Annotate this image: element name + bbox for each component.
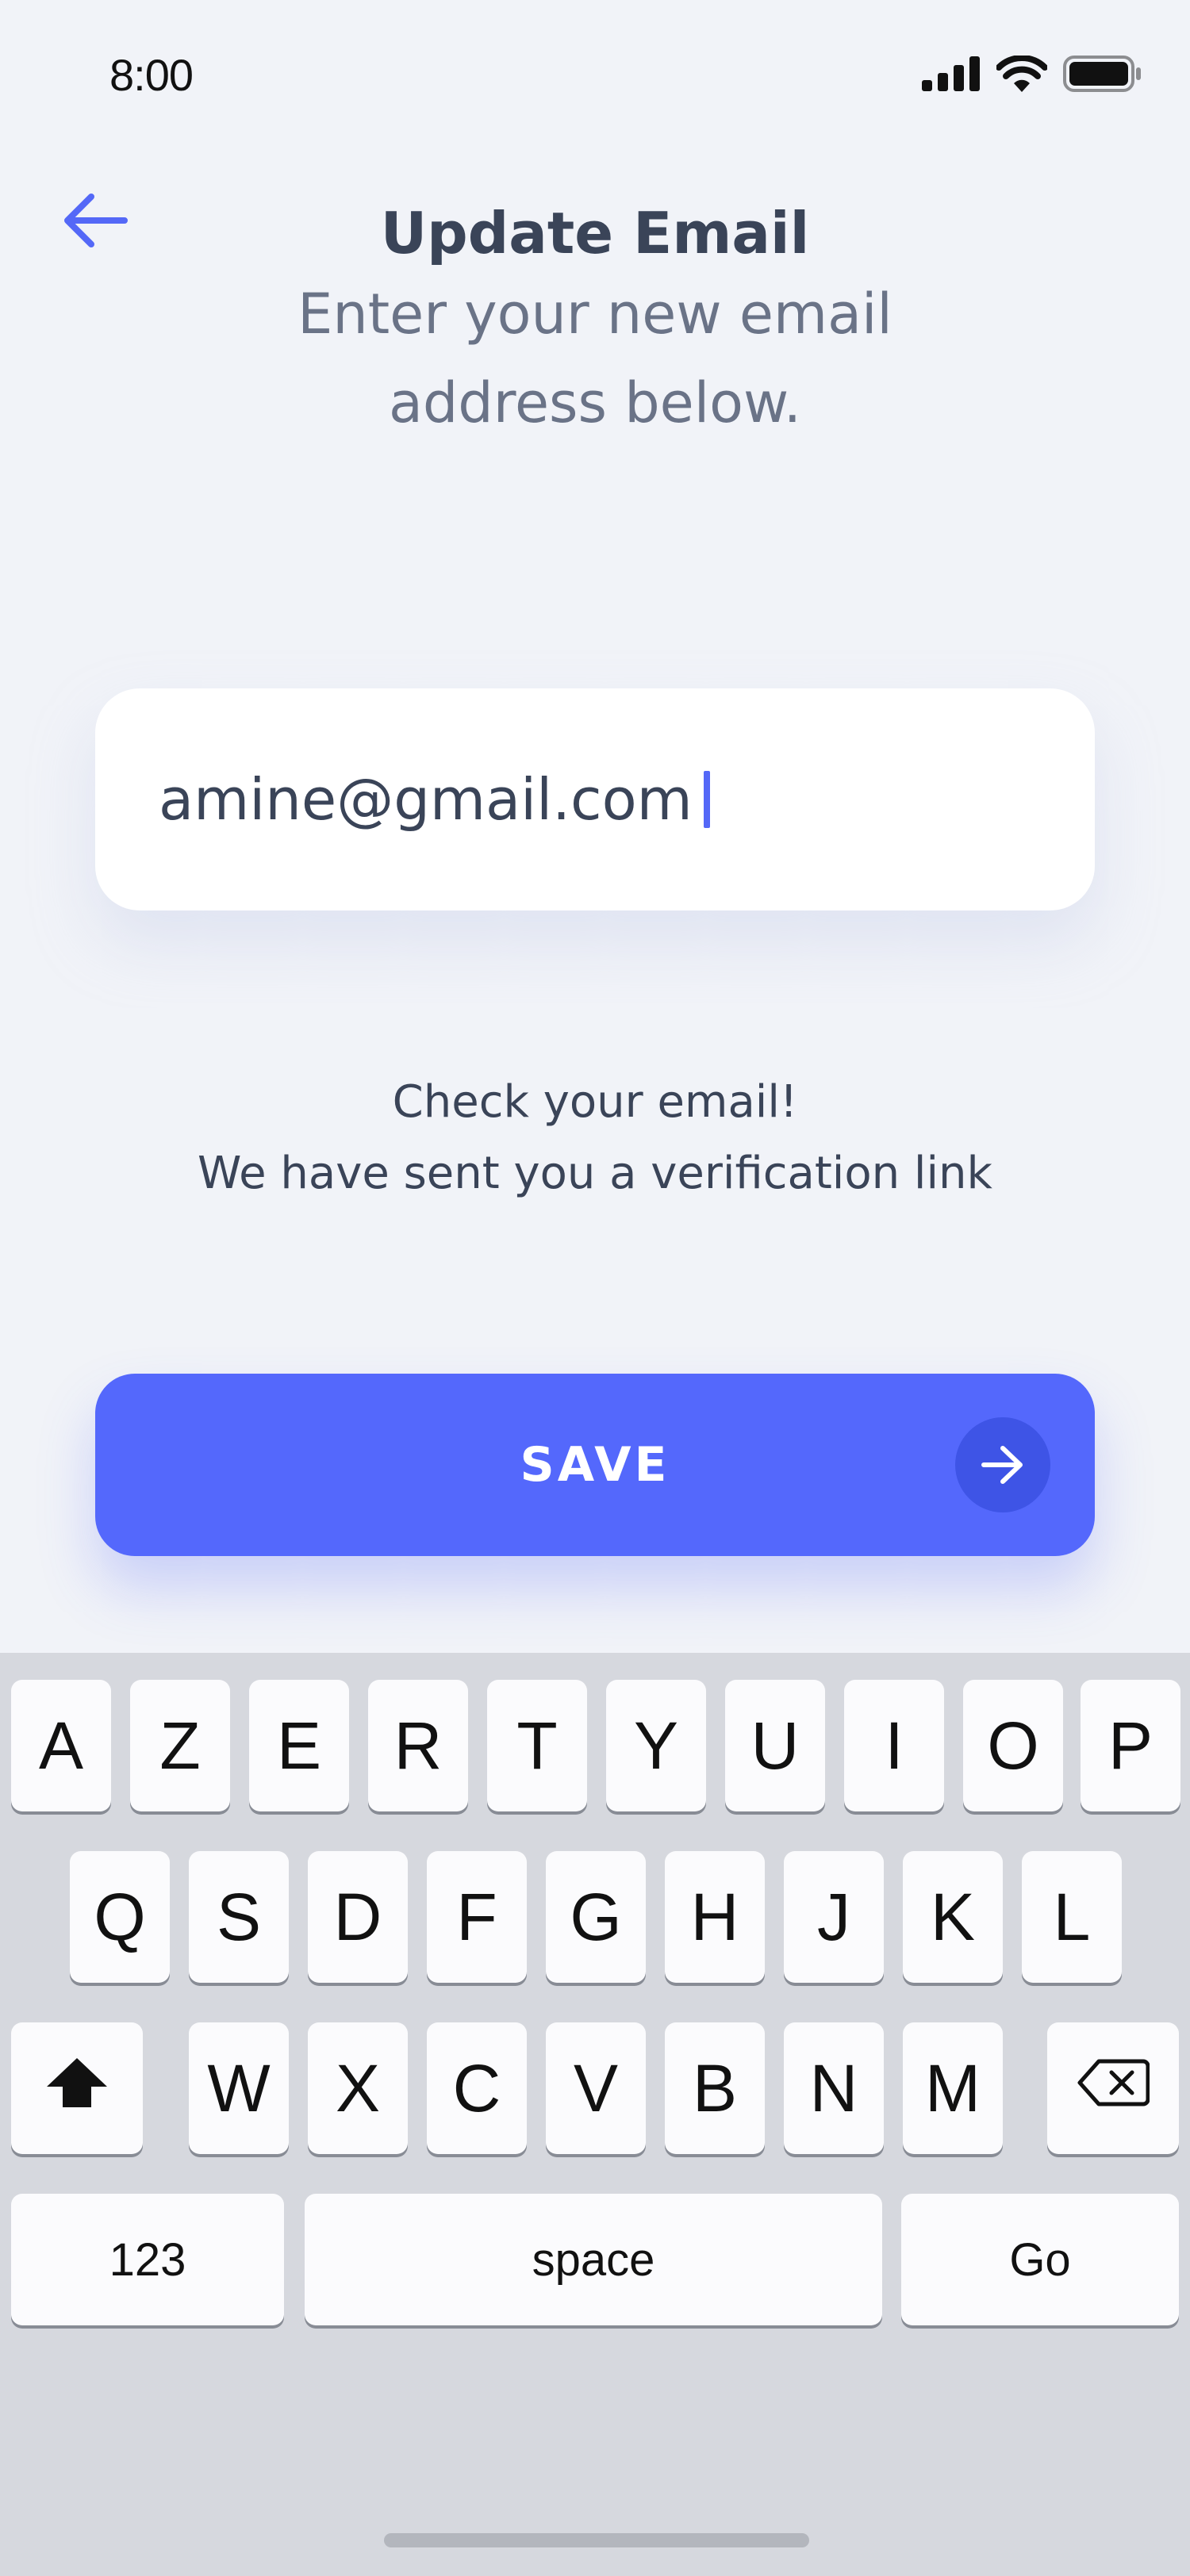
notice-line-2: We have sent you a verification link	[198, 1148, 992, 1199]
email-value: amine@gmail.com	[159, 766, 693, 833]
key-t[interactable]: T	[487, 1680, 587, 1811]
key-y[interactable]: Y	[606, 1680, 706, 1811]
key-x[interactable]: X	[308, 2022, 408, 2154]
verification-notice: Check your email! We have sent you a ver…	[0, 1067, 1190, 1209]
key-c[interactable]: C	[427, 2022, 527, 2154]
key-k[interactable]: K	[903, 1851, 1003, 1983]
shift-icon	[45, 2057, 109, 2120]
home-indicator	[384, 2533, 809, 2547]
key-s[interactable]: S	[189, 1851, 289, 1983]
key-i[interactable]: I	[844, 1680, 944, 1811]
key-o[interactable]: O	[963, 1680, 1063, 1811]
key-v[interactable]: V	[546, 2022, 646, 2154]
key-l[interactable]: L	[1022, 1851, 1122, 1983]
text-caret	[703, 771, 710, 828]
backspace-icon	[1077, 2058, 1150, 2118]
space-key[interactable]: space	[305, 2194, 882, 2325]
key-n[interactable]: N	[784, 2022, 884, 2154]
key-w[interactable]: W	[189, 2022, 289, 2154]
key-d[interactable]: D	[308, 1851, 408, 1983]
key-z[interactable]: Z	[130, 1680, 230, 1811]
arrow-right-icon	[955, 1417, 1050, 1512]
email-field[interactable]: amine@gmail.com	[95, 688, 1095, 910]
shift-key[interactable]	[11, 2022, 143, 2154]
status-time: 8:00	[109, 50, 194, 100]
key-f[interactable]: F	[427, 1851, 527, 1983]
key-p[interactable]: P	[1081, 1680, 1180, 1811]
key-q[interactable]: Q	[70, 1851, 170, 1983]
wifi-icon	[996, 56, 1047, 92]
key-g[interactable]: G	[546, 1851, 646, 1983]
keyboard: A Z E R T Y U I O P Q S D F G H J K L W …	[0, 1653, 1190, 2576]
key-a[interactable]: A	[11, 1680, 111, 1811]
go-key[interactable]: Go	[901, 2194, 1179, 2325]
save-button-label: SAVE	[520, 1437, 670, 1493]
key-r[interactable]: R	[368, 1680, 468, 1811]
page-title: Update Email	[380, 200, 810, 266]
key-b[interactable]: B	[665, 2022, 765, 2154]
save-button[interactable]: SAVE	[95, 1374, 1095, 1556]
battery-icon	[1063, 56, 1142, 92]
key-e[interactable]: E	[249, 1680, 349, 1811]
page-subtitle: Enter your new email address below.	[298, 282, 892, 435]
key-h[interactable]: H	[665, 1851, 765, 1983]
numbers-key[interactable]: 123	[11, 2194, 284, 2325]
notice-line-1: Check your email!	[392, 1076, 798, 1128]
key-j[interactable]: J	[784, 1851, 884, 1983]
key-u[interactable]: U	[725, 1680, 825, 1811]
key-m[interactable]: M	[903, 2022, 1003, 2154]
cellular-signal-icon	[922, 56, 981, 91]
status-icons	[922, 56, 1142, 92]
delete-key[interactable]	[1047, 2022, 1179, 2154]
